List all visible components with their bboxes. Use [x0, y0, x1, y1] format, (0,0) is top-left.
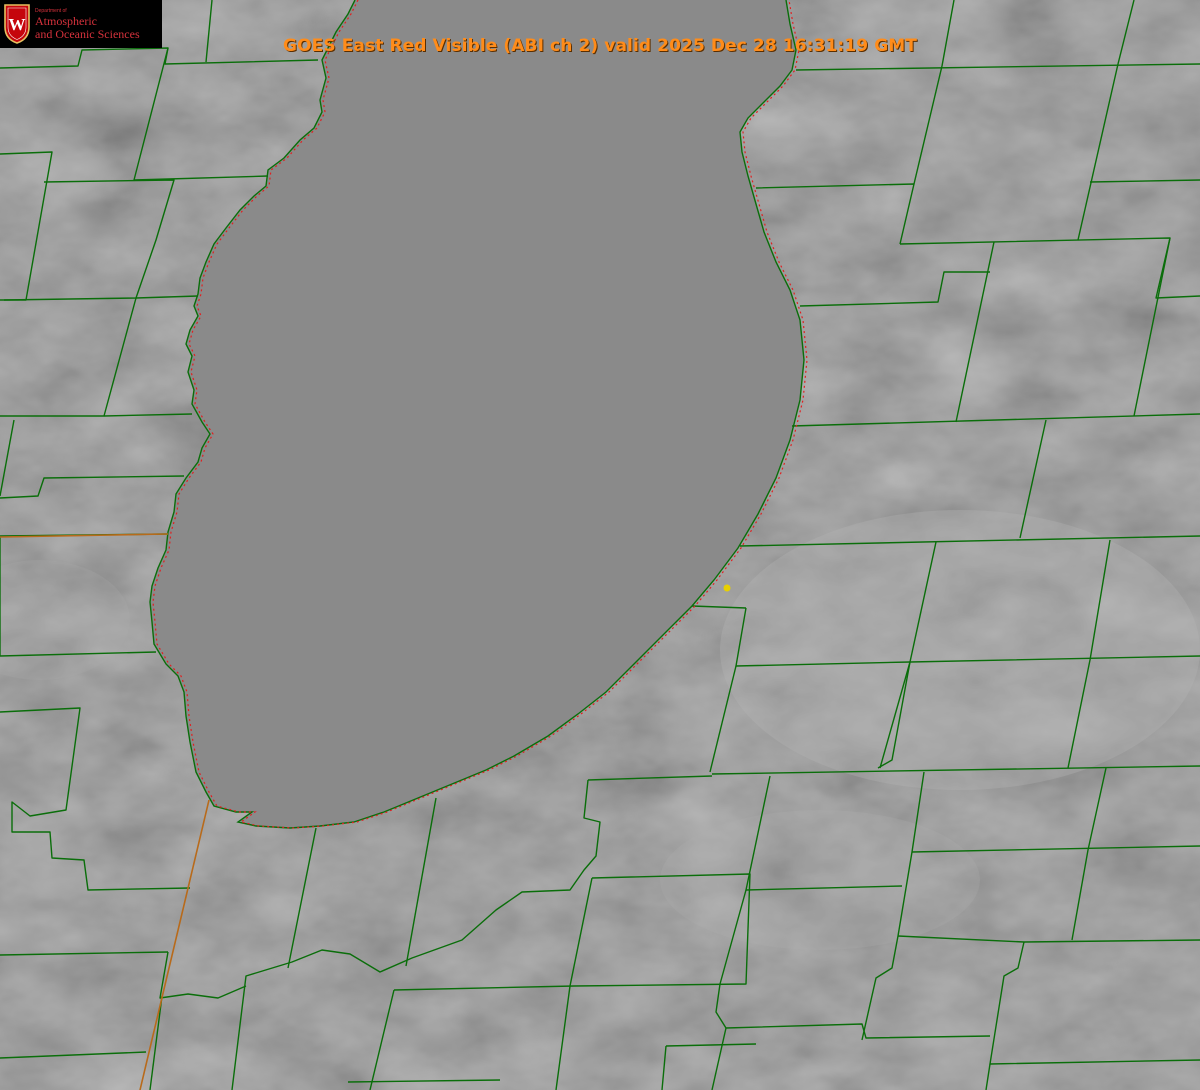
image-title: GOES East Red Visible (ABI ch 2) valid 2…: [283, 36, 917, 56]
cloud-patch: [660, 810, 980, 950]
satellite-map: [0, 0, 1200, 1090]
station-marker-icon: [723, 584, 731, 592]
svg-text:W: W: [9, 15, 26, 34]
cloud-patch: [720, 510, 1200, 790]
satellite-viewer: W Department of Atmospheric and Oceanic …: [0, 0, 1200, 1090]
logo-line-1: Atmospheric: [35, 14, 97, 28]
